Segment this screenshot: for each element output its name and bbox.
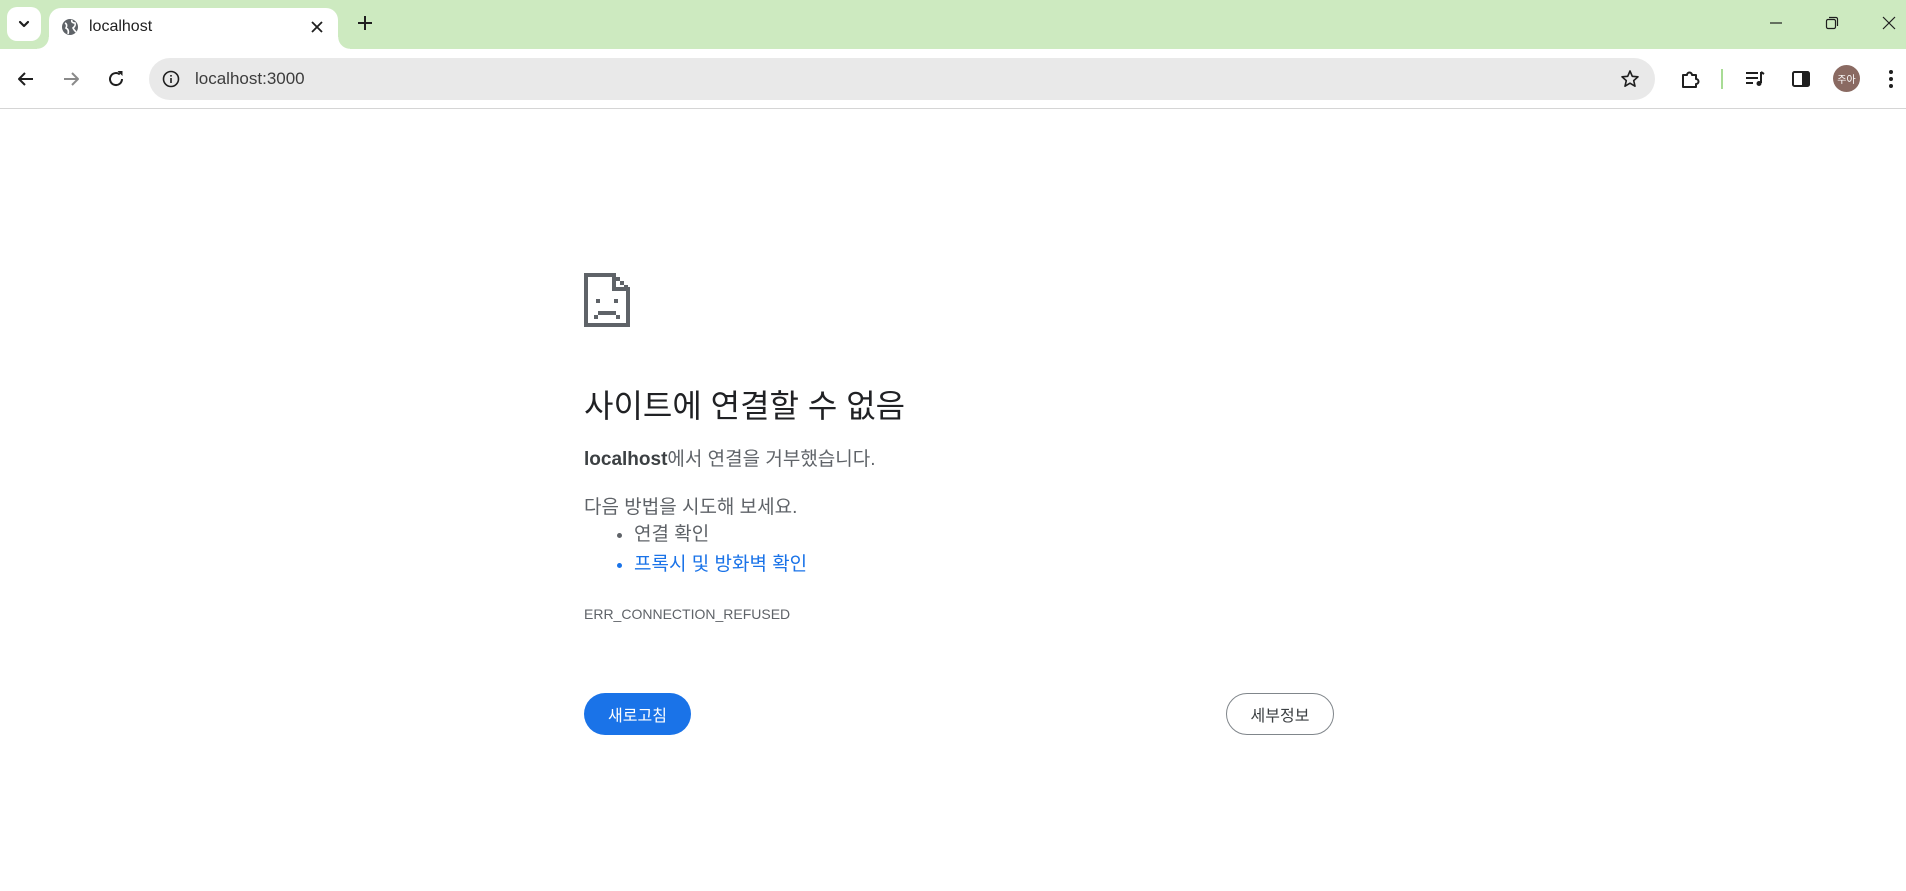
error-host: localhost [584, 449, 668, 470]
error-page: 사이트에 연결할 수 없음 localhost에서 연결을 거부했습니다. 다음… [0, 109, 1906, 891]
sad-page-icon [584, 273, 630, 327]
reload-icon [109, 71, 124, 87]
back-icon [18, 72, 33, 86]
active-tab[interactable]: localhost [37, 8, 350, 49]
suggestions-list: 연결 확인 프록시 및 방화벽 확인 [584, 520, 807, 580]
suggestion-check-connection: 연결 확인 [634, 520, 807, 550]
star-icon [1621, 70, 1639, 87]
tab-close-button[interactable] [306, 16, 328, 38]
media-controls-button[interactable] [1740, 64, 1770, 94]
side-panel-button[interactable] [1786, 64, 1816, 94]
error-title: 사이트에 연결할 수 없음 [584, 388, 906, 424]
extensions-button[interactable] [1675, 64, 1705, 94]
address-bar[interactable]: localhost:3000 [149, 58, 1655, 100]
tab-strip: localhost [0, 0, 1906, 49]
error-description-text: 에서 연결을 거부했습니다. [667, 449, 876, 470]
site-info-button[interactable] [161, 69, 181, 89]
back-button[interactable] [11, 64, 41, 94]
restore-icon [1825, 16, 1839, 30]
reload-button[interactable] [101, 64, 131, 94]
more-vert-icon [1889, 70, 1893, 88]
tab-search-button[interactable] [7, 7, 41, 41]
more-menu-button[interactable] [1876, 64, 1906, 94]
browser-window: localhost localhost:3000 주아 사이트에 연결할 수 없… [0, 0, 1906, 891]
plus-icon [358, 16, 372, 30]
reload-page-button[interactable]: 새로고침 [584, 693, 691, 735]
url-text[interactable]: localhost:3000 [195, 69, 305, 89]
tab-search-icon [18, 20, 30, 28]
bookmark-button[interactable] [1619, 68, 1641, 90]
restore-button[interactable] [1815, 9, 1849, 37]
globe-icon [60, 17, 80, 37]
minimize-button[interactable] [1759, 9, 1793, 37]
details-button[interactable]: 세부정보 [1226, 693, 1334, 735]
minimize-icon [1770, 22, 1782, 24]
error-code: ERR_CONNECTION_REFUSED [584, 606, 791, 622]
new-tab-button[interactable] [352, 10, 378, 36]
forward-icon [64, 72, 79, 86]
suggestion-proxy-firewall-link[interactable]: 프록시 및 방화벽 확인 [634, 550, 807, 580]
tab-title: localhost [89, 18, 153, 35]
toolbar-separator [1721, 69, 1723, 89]
error-description: localhost에서 연결을 거부했습니다. [584, 444, 876, 471]
close-icon [311, 21, 323, 33]
info-icon [162, 70, 180, 88]
media-icon [1746, 71, 1765, 86]
profile-avatar[interactable]: 주아 [1833, 65, 1860, 92]
browser-toolbar: localhost:3000 주아 [0, 49, 1906, 109]
window-close-button[interactable] [1872, 9, 1906, 37]
window-close-icon [1882, 16, 1896, 30]
side-panel-icon [1792, 71, 1810, 87]
forward-button[interactable] [56, 64, 86, 94]
suggestions-heading: 다음 방법을 시도해 보세요. [584, 497, 798, 518]
extensions-icon [1682, 71, 1700, 88]
